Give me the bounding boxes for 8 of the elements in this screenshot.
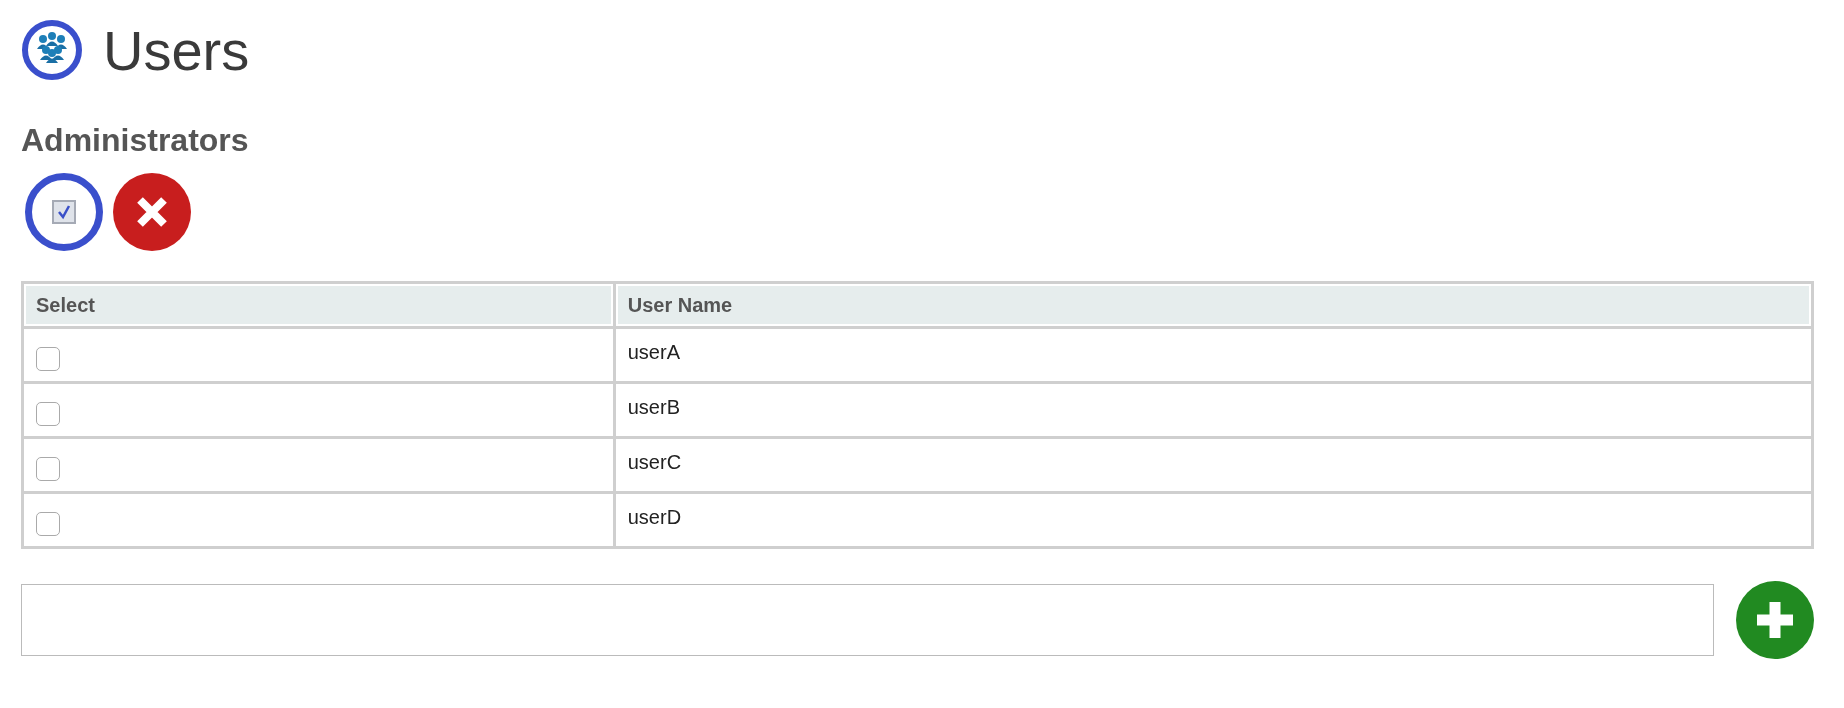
column-header: Select [24,284,613,326]
table-cell: userB [615,384,1811,436]
table-cell: userA [615,329,1811,381]
page-title: Users [103,17,250,83]
section-heading: Administrators [21,122,250,159]
column-header: User Name [615,284,1811,326]
table-cell: userC [615,439,1811,491]
table-cell: userD [615,494,1811,546]
